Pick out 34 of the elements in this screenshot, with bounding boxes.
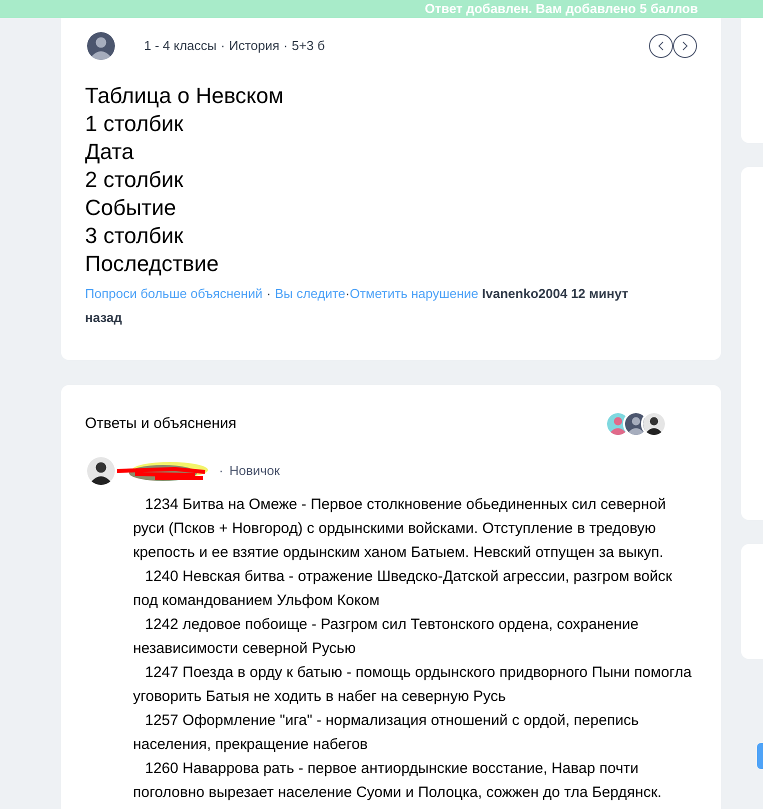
question-text: 1 столбик — [85, 110, 184, 138]
separator-dot: · — [345, 286, 350, 301]
post-time: 12 минут — [570, 286, 628, 301]
post-time: назад — [85, 309, 124, 327]
answer-paragraph: 1247 Поезда в орду к батыю - помощь ордынского придворного Пыни помогла уговорить Батыя не ходить в набег на северную Русь — [133, 663, 693, 707]
question-text: Последствие — [85, 250, 220, 278]
chevron-right-icon — [681, 41, 689, 51]
question-text: 2 столбик — [85, 166, 184, 194]
question-text: 3 столбик — [85, 222, 184, 250]
meta-link[interactable]: 1 - 4 классы — [144, 36, 217, 56]
answer-paragraph: 1257 Оформление "ига" - нормализация отношений с ордой, перепись населения, прекращение набегов — [133, 711, 640, 755]
answers-title: Ответы и объяснения — [85, 414, 236, 434]
avatar-icon — [85, 455, 117, 487]
meta-link[interactable]: История — [228, 36, 280, 56]
author-name[interactable]: Ivanenko2004 — [482, 286, 568, 301]
question-text: Дата — [85, 138, 135, 166]
meta-link[interactable]: 5+3 б — [292, 36, 325, 56]
answer-paragraph: 1242 ледовое побоище - Разгром сил Тевтонского ордена, сохранение независимости северной Русью — [133, 615, 640, 659]
next-button[interactable] — [673, 34, 697, 58]
separator-dot: · — [283, 37, 288, 56]
answer-paragraph: 1240 Невская битва - отражение Шведско-Датской агрессии, разгром войск под командованием Ульфом Коком — [133, 567, 674, 611]
avatar-icon — [641, 411, 667, 437]
answer-paragraph: 1260 Наваррова рать - первое антиордынские восстание, Навар почти поголовно вырезает население Суоми и Полоцка, сожжен до тла Бердянск. — [133, 759, 663, 803]
separator-dot: · — [266, 286, 271, 301]
question-text: Событие — [85, 194, 178, 222]
separator-dot: · — [220, 37, 225, 56]
user-rank: Новичок — [229, 462, 280, 480]
toast-message: Ответ добавлен. Вам добавлено 5 баллов — [424, 0, 698, 18]
question-text: Таблица о Невском — [85, 82, 285, 110]
separator-dot: · — [219, 462, 224, 480]
avatar-icon — [85, 30, 117, 62]
chevron-left-icon — [657, 41, 665, 51]
previous-button[interactable] — [649, 34, 673, 58]
answer-paragraph: 1234 Битва на Омеже - Первое столкновение обьединенных сил северной руси (Псков + Новгород) с ордынскими войсками. Отступление в тредовую крепость и ее взятие ордынским ханом Батыем. Невский отпущен за выкуп. — [133, 495, 667, 563]
